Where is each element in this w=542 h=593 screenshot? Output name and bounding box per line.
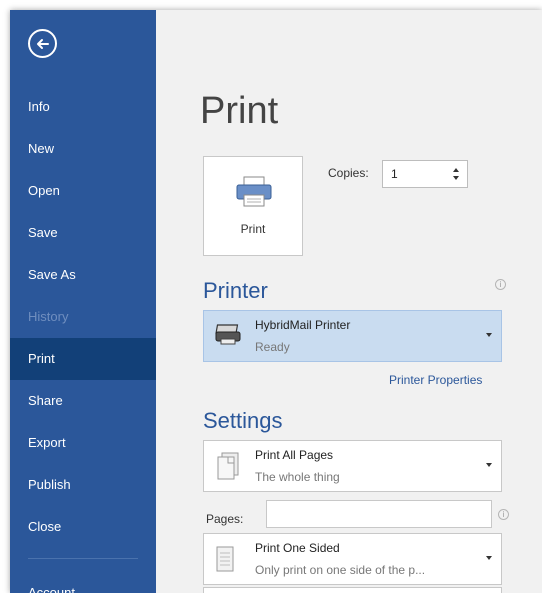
copies-value: 1 — [391, 167, 398, 181]
sidebar-item-save-as[interactable]: Save As — [10, 254, 156, 296]
sidebar-divider — [28, 558, 138, 559]
sides-title: Print One Sided — [255, 541, 340, 555]
sidebar-item-history: History — [28, 309, 69, 324]
printer-properties-link[interactable]: Printer Properties — [389, 373, 482, 387]
back-button[interactable] — [28, 29, 57, 58]
printer-icon — [236, 176, 272, 207]
sides-subtitle: Only print on one side of the p... — [255, 563, 426, 577]
backstage-sidebar: Info New Open Save Save As History Print… — [10, 10, 156, 593]
printer-status: Ready — [255, 340, 290, 354]
single-page-icon — [216, 546, 234, 572]
pages-icon — [217, 452, 239, 480]
sidebar-item-share[interactable]: Share — [10, 380, 156, 422]
page-title: Print — [200, 90, 279, 132]
print-button[interactable]: Print — [203, 156, 303, 256]
sidebar-item-close[interactable]: Close — [10, 506, 156, 548]
printer-name: HybridMail Printer — [255, 318, 351, 332]
backstage-window: Info New Open Save Save As History Print… — [10, 10, 542, 593]
sidebar-item-new[interactable]: New — [10, 128, 156, 170]
printer-dropdown[interactable]: HybridMail Printer Ready — [203, 310, 502, 362]
spin-arrows-icon[interactable] — [451, 164, 461, 184]
chevron-down-icon — [486, 463, 492, 467]
sidebar-item-info[interactable]: Info — [10, 86, 156, 128]
info-icon[interactable]: i — [498, 509, 509, 520]
print-range-dropdown[interactable]: Print All Pages The whole thing — [203, 440, 502, 492]
print-button-label: Print — [240, 222, 266, 236]
print-range-title: Print All Pages — [255, 448, 334, 462]
sidebar-item-publish[interactable]: Publish — [10, 464, 156, 506]
next-setting-dropdown[interactable] — [203, 587, 502, 593]
sidebar-item-print[interactable]: Print — [10, 338, 156, 380]
info-icon[interactable]: i — [495, 279, 506, 290]
copies-label: Copies: — [328, 166, 369, 180]
pages-input[interactable] — [266, 500, 492, 528]
sides-dropdown[interactable]: Print One Sided Only print on one side o… — [203, 533, 502, 585]
chevron-down-icon — [486, 333, 492, 337]
pages-label: Pages: — [206, 512, 244, 526]
printer-device-icon — [215, 324, 241, 345]
print-range-subtitle: The whole thing — [255, 470, 340, 484]
sidebar-item-account[interactable]: Account — [10, 572, 156, 593]
sidebar-item-open[interactable]: Open — [10, 170, 156, 212]
arrow-left-circle-icon — [36, 38, 49, 49]
sidebar-item-save[interactable]: Save — [10, 212, 156, 254]
copies-stepper[interactable]: 1 — [382, 160, 468, 188]
printer-heading: Printer — [203, 278, 268, 303]
settings-heading: Settings — [203, 408, 283, 433]
sidebar-item-export[interactable]: Export — [10, 422, 156, 464]
chevron-down-icon — [486, 556, 492, 560]
print-panel: Print Print Copies: 1 Printer i HybridMa… — [156, 10, 542, 593]
